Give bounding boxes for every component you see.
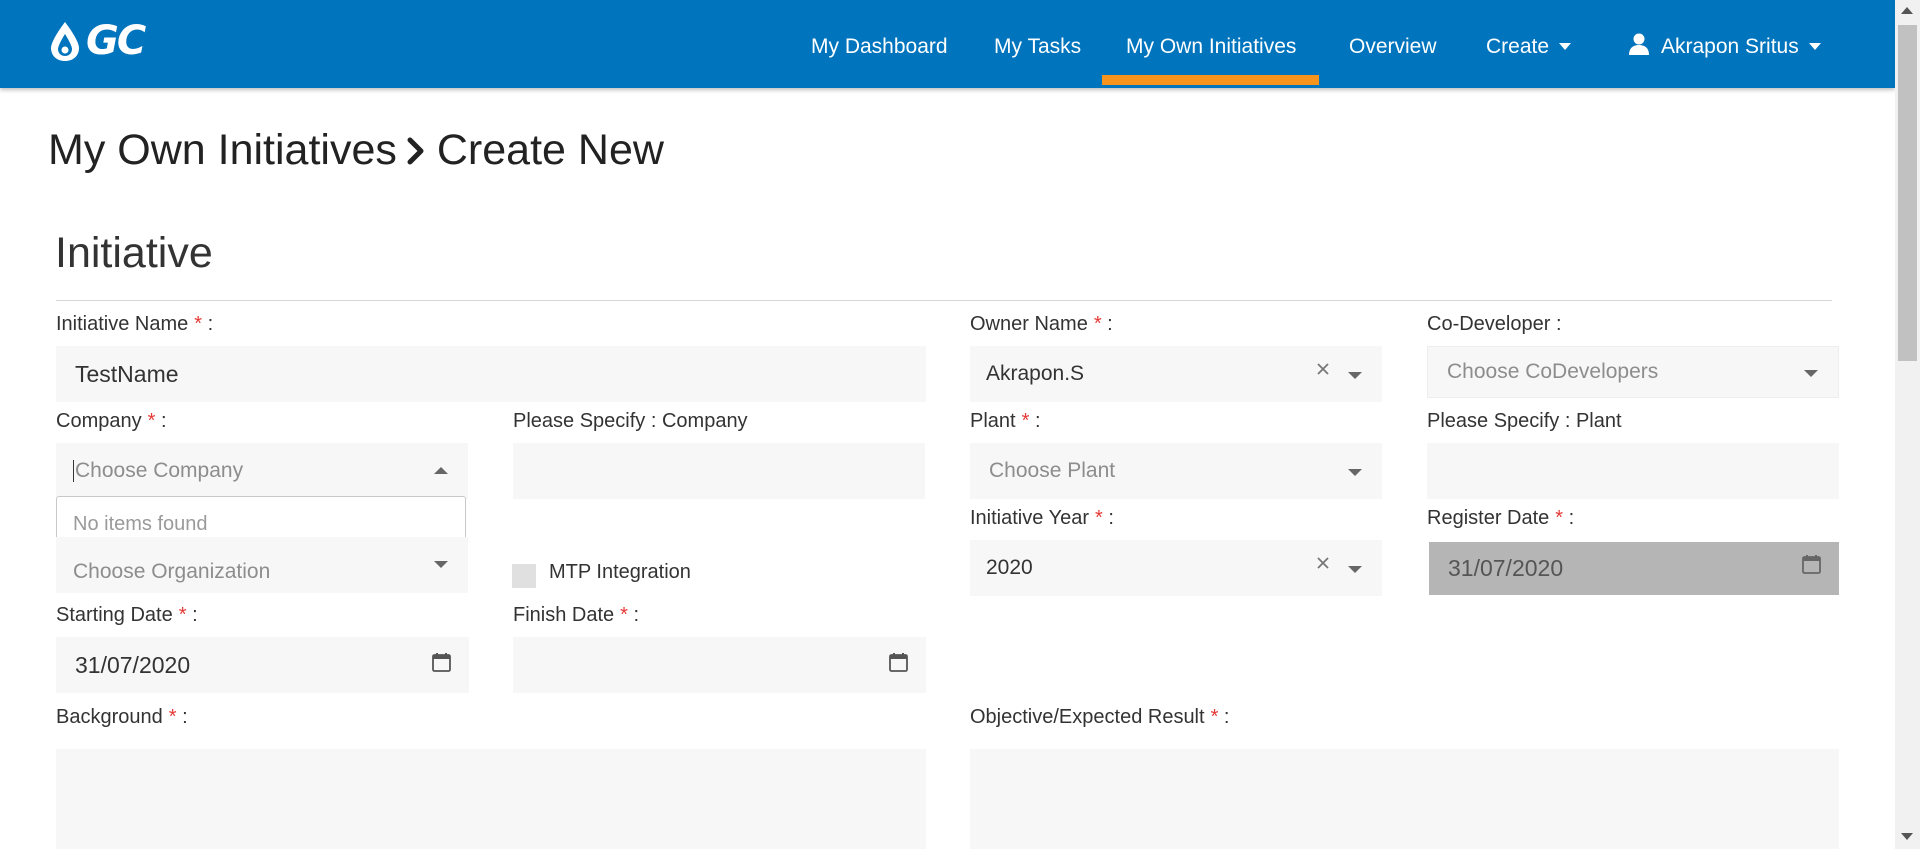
- organization-placeholder: Choose Organization: [73, 560, 271, 583]
- plant-placeholder: Choose Plant: [989, 459, 1116, 482]
- logo-text: GC: [86, 18, 146, 64]
- owner-name-label: Owner Name * :: [970, 313, 1113, 335]
- user-menu[interactable]: Akrapon Sritus: [1629, 0, 1821, 88]
- user-name: Akrapon Sritus: [1661, 35, 1799, 58]
- breadcrumb-current: Create New: [436, 126, 664, 174]
- specify-plant-label: Please Specify : Plant: [1427, 410, 1622, 432]
- clear-icon[interactable]: [1316, 362, 1330, 376]
- calendar-icon: [1802, 555, 1821, 574]
- company-select[interactable]: Choose Company: [56, 443, 468, 499]
- droplet-logo-icon: [51, 22, 79, 61]
- owner-name-select[interactable]: Akrapon.S: [970, 346, 1382, 402]
- top-navbar: GC My Dashboard My Tasks My Own Initiati…: [0, 0, 1895, 88]
- chevron-up-icon[interactable]: [434, 467, 448, 474]
- nav-create-label: Create: [1486, 35, 1550, 58]
- mtp-integration-label: MTP Integration: [549, 561, 691, 583]
- scroll-up-arrow-icon[interactable]: [1901, 7, 1913, 14]
- starting-date-label: Starting Date * :: [56, 604, 198, 626]
- finish-date-input[interactable]: [513, 637, 926, 693]
- co-developer-placeholder: Choose CoDevelopers: [1447, 360, 1659, 383]
- section-title: Initiative: [55, 229, 213, 277]
- owner-name-value: Akrapon.S: [986, 362, 1085, 385]
- objective-textarea[interactable]: [970, 749, 1839, 849]
- nav-create-dropdown[interactable]: Create: [1486, 0, 1572, 88]
- chevron-down-icon: [1559, 43, 1572, 50]
- calendar-icon[interactable]: [432, 652, 451, 672]
- nav-my-dashboard[interactable]: My Dashboard: [811, 0, 948, 88]
- starting-date-input[interactable]: 31/07/2020: [56, 637, 469, 693]
- section-divider: [56, 300, 1832, 301]
- chevron-right-icon: [407, 137, 424, 164]
- background-label: Background * :: [56, 706, 188, 728]
- initiative-year-label: Initiative Year * :: [970, 507, 1114, 529]
- plant-select[interactable]: Choose Plant: [970, 443, 1382, 499]
- company-label: Company * :: [56, 410, 167, 432]
- chevron-down-icon: [1808, 43, 1821, 50]
- co-developer-label: Co-Developer :: [1427, 313, 1562, 335]
- mtp-integration-checkbox[interactable]: [512, 564, 536, 588]
- initiative-name-label: Initiative Name * :: [56, 313, 214, 335]
- co-developer-select[interactable]: Choose CoDevelopers: [1427, 346, 1839, 398]
- chevron-down-icon[interactable]: [434, 561, 448, 568]
- nav-my-tasks[interactable]: My Tasks: [994, 0, 1081, 88]
- breadcrumb: My Own Initiatives Create New: [48, 126, 664, 175]
- initiative-name-value: TestName: [75, 360, 179, 387]
- gc-logo[interactable]: GC: [48, 18, 146, 64]
- specify-company-input[interactable]: [513, 443, 925, 499]
- no-items-message: No items found: [73, 513, 208, 535]
- initiative-year-value: 2020: [986, 556, 1033, 579]
- finish-date-label: Finish Date * :: [513, 604, 640, 626]
- plant-label: Plant * :: [970, 410, 1041, 432]
- specify-company-label: Please Specify : Company: [513, 410, 748, 432]
- organization-select[interactable]: Choose Organization: [56, 537, 468, 593]
- initiative-name-input[interactable]: TestName: [56, 346, 926, 402]
- company-placeholder: Choose Company: [75, 459, 244, 482]
- nav-overview[interactable]: Overview: [1349, 0, 1437, 88]
- calendar-icon[interactable]: [889, 652, 908, 672]
- chevron-down-icon[interactable]: [1348, 372, 1362, 379]
- scrollbar-thumb[interactable]: [1898, 25, 1917, 361]
- chevron-down-icon[interactable]: [1348, 469, 1362, 476]
- breadcrumb-parent[interactable]: My Own Initiatives: [48, 126, 397, 175]
- register-date-label: Register Date * :: [1427, 507, 1575, 529]
- nav-my-own-initiatives[interactable]: My Own Initiatives: [1101, 0, 1320, 88]
- chevron-down-icon[interactable]: [1804, 370, 1818, 377]
- specify-plant-input[interactable]: [1427, 443, 1839, 499]
- clear-icon[interactable]: [1316, 556, 1330, 570]
- user-icon: [1629, 33, 1649, 55]
- register-date-input: 31/07/2020: [1429, 542, 1839, 595]
- chevron-down-icon[interactable]: [1348, 566, 1362, 573]
- text-cursor: [73, 460, 74, 482]
- initiative-year-select[interactable]: 2020: [970, 540, 1382, 596]
- starting-date-value: 31/07/2020: [75, 651, 191, 678]
- objective-label: Objective/Expected Result * :: [970, 706, 1230, 728]
- nav-my-own-initiatives-label: My Own Initiatives: [1126, 35, 1297, 58]
- scroll-down-arrow-icon[interactable]: [1901, 833, 1913, 840]
- background-textarea[interactable]: [56, 749, 926, 849]
- register-date-value: 31/07/2020: [1448, 555, 1564, 581]
